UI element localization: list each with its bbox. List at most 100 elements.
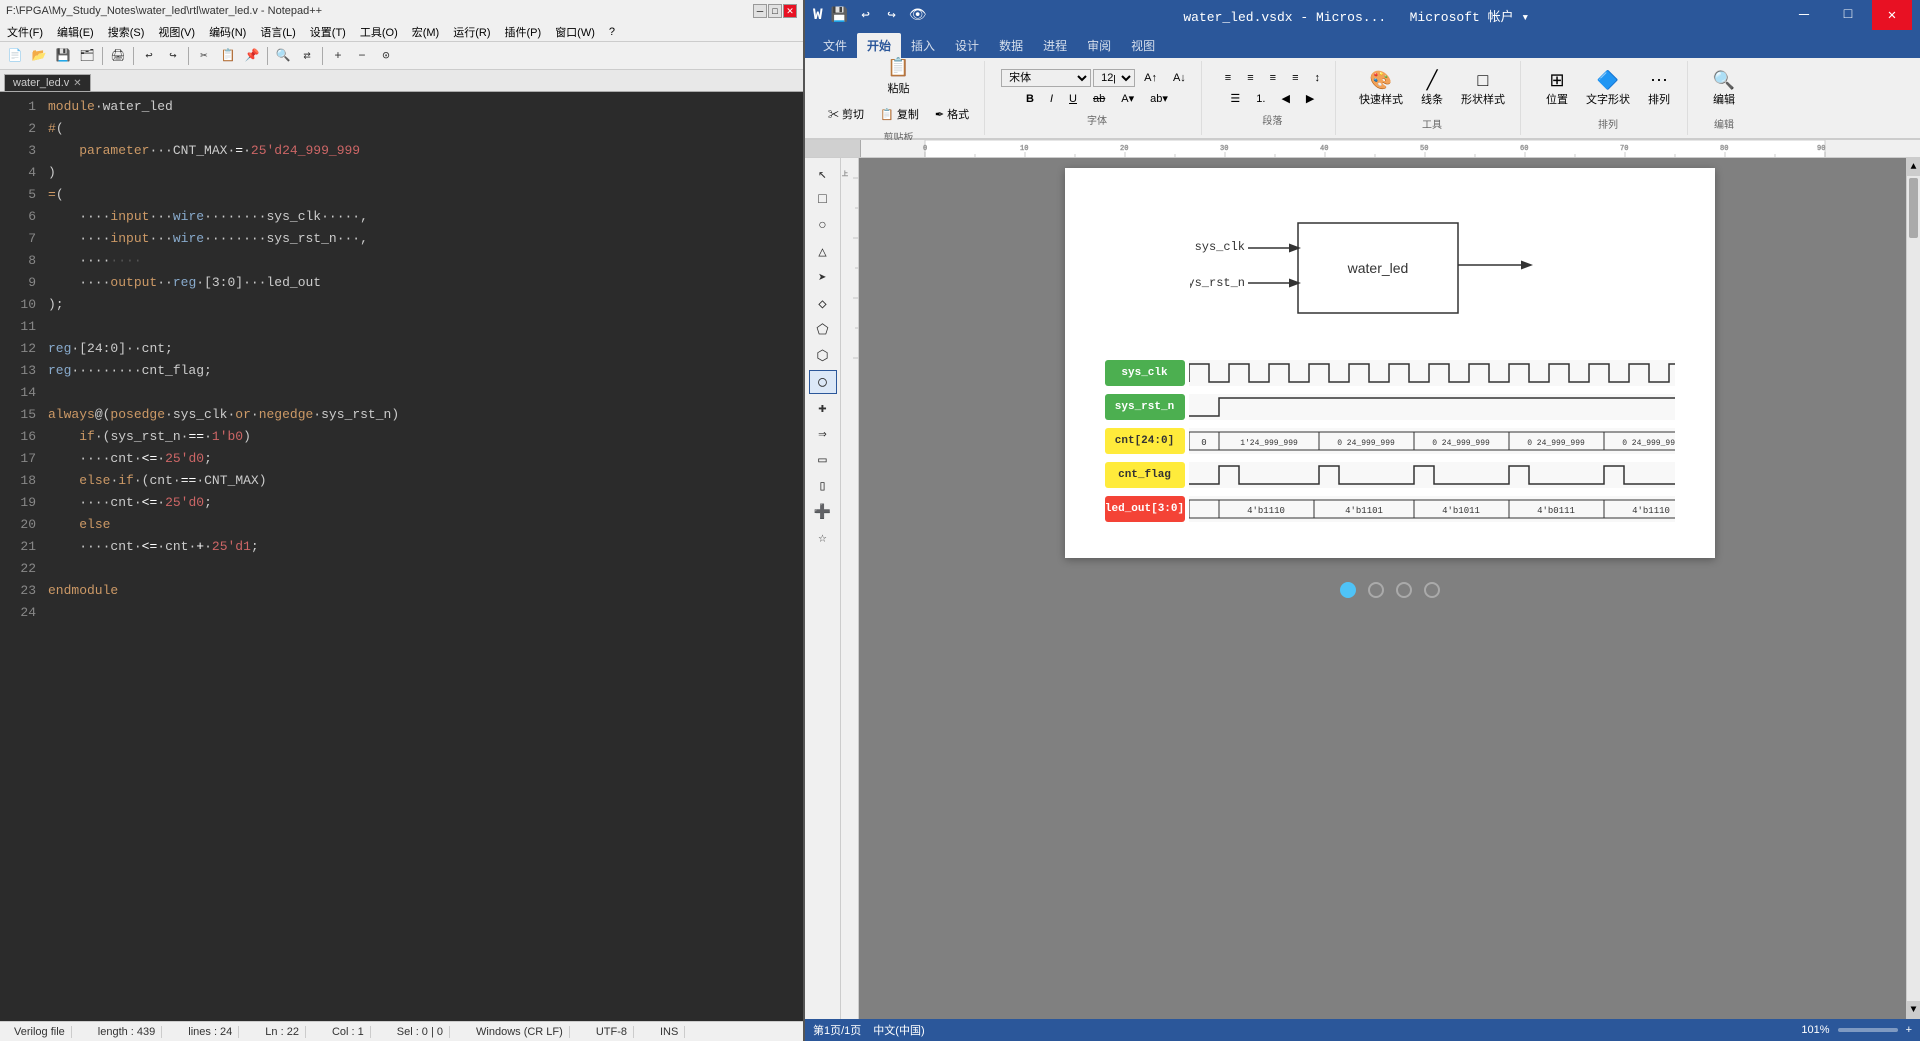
double-arrow-tool[interactable]: ⇒	[809, 422, 837, 446]
plus-tool[interactable]: ➕	[809, 500, 837, 524]
justify-button[interactable]: ≡	[1285, 69, 1305, 87]
circle-tool[interactable]: ○	[809, 214, 837, 238]
indent-increase-button[interactable]: ▶	[1299, 89, 1321, 108]
page-dot-2[interactable]	[1368, 582, 1384, 598]
star-tool[interactable]: ☆	[809, 526, 837, 550]
rect-tool[interactable]: □	[809, 188, 837, 212]
zoom-out-button[interactable]: −	[351, 45, 373, 67]
decrease-font-button[interactable]: A↓	[1166, 69, 1193, 87]
diamond-tool[interactable]: ◇	[809, 292, 837, 316]
save-all-button[interactable]: 🗂	[76, 45, 98, 67]
paste-button[interactable]: 📌	[241, 45, 263, 67]
numbering-button[interactable]: 1.	[1249, 90, 1272, 108]
new-file-button[interactable]: 📄	[4, 45, 26, 67]
menu-plugins[interactable]: 插件(P)	[502, 23, 545, 41]
copy-button[interactable]: 📋 复制	[873, 103, 926, 125]
notepad-close-button[interactable]: ✕	[783, 4, 797, 18]
cut-button[interactable]: ✂ 剪切	[821, 103, 871, 125]
cut-button[interactable]: ✂	[193, 45, 215, 67]
shape-style-button[interactable]: □ 形状样式	[1454, 65, 1512, 112]
notepad-maximize-button[interactable]: □	[768, 4, 782, 18]
page-dot-1[interactable]	[1340, 582, 1356, 598]
align-right-button[interactable]: ≡	[1263, 69, 1283, 87]
replace-button[interactable]: ⇄	[296, 45, 318, 67]
word-minimize-button[interactable]: －	[1784, 0, 1824, 30]
menu-tools[interactable]: 工具(O)	[357, 23, 401, 41]
highlight-button[interactable]: ab▾	[1143, 89, 1175, 108]
menu-help[interactable]: ?	[606, 25, 618, 39]
scroll-thumb[interactable]	[1909, 178, 1918, 238]
word-document-area[interactable]: ↖ □ ○ △ ➤ ◇ ⬠ ⬡ ◯ ✚ ⇒ ▭ ▯ ➕ ☆	[805, 158, 1920, 1019]
scrollbar-vertical[interactable]: ▲ ▼	[1906, 158, 1920, 1019]
open-file-button[interactable]: 📂	[28, 45, 50, 67]
tab-view[interactable]: 视图	[1121, 33, 1165, 58]
triangle-tool[interactable]: △	[809, 240, 837, 264]
find-button-ribbon[interactable]: 🔍 编辑	[1704, 65, 1744, 112]
cross-tool[interactable]: ✚	[809, 396, 837, 420]
scroll-down-button[interactable]: ▼	[1907, 1001, 1920, 1019]
line-button[interactable]: ╱ 线条	[1412, 65, 1452, 112]
redo-button[interactable]: ↪	[162, 45, 184, 67]
tab-file[interactable]: 文件	[813, 33, 857, 58]
align-left-button[interactable]: ≡	[1218, 69, 1238, 87]
align-center-button[interactable]: ≡	[1240, 69, 1260, 87]
ellipse-tool[interactable]: ◯	[809, 370, 837, 394]
save-file-button[interactable]: 💾	[52, 45, 74, 67]
code-text[interactable]: module·water_led #( parameter···CNT_MAX·…	[40, 92, 803, 1021]
zoom-slider[interactable]	[1838, 1028, 1898, 1032]
indent-decrease-button[interactable]: ◀	[1274, 89, 1296, 108]
menu-language[interactable]: 语言(L)	[257, 23, 298, 41]
menu-file[interactable]: 文件(F)	[4, 23, 46, 41]
tab-design[interactable]: 设计	[945, 33, 989, 58]
notepad-minimize-button[interactable]: －	[753, 4, 767, 18]
italic-button[interactable]: I	[1043, 90, 1060, 108]
shape-fill-button[interactable]: 🔷 文字形状	[1579, 65, 1637, 112]
more-button[interactable]: ⋯ 排列	[1639, 65, 1679, 112]
menu-search[interactable]: 搜索(S)	[105, 23, 148, 41]
increase-font-button[interactable]: A↑	[1137, 69, 1164, 87]
file-tab[interactable]: water_led.v ✕	[4, 74, 91, 91]
arrow-tool[interactable]: ➤	[809, 266, 837, 290]
find-button[interactable]: 🔍	[272, 45, 294, 67]
word-close-button[interactable]: ✕	[1872, 0, 1912, 30]
menu-settings[interactable]: 设置(T)	[307, 23, 349, 41]
print-button[interactable]: 🖨	[107, 45, 129, 67]
page-dot-3[interactable]	[1396, 582, 1412, 598]
rect2-tool[interactable]: ▭	[809, 448, 837, 472]
zoom-in-button[interactable]: +	[327, 45, 349, 67]
bold-button[interactable]: B	[1019, 90, 1041, 108]
undo-button[interactable]: ↩	[138, 45, 160, 67]
strikethrough-button[interactable]: ab	[1086, 90, 1112, 108]
scroll-up-button[interactable]: ▲	[1907, 158, 1920, 176]
tab-close-icon[interactable]: ✕	[73, 78, 81, 89]
font-name-select[interactable]: 宋体	[1001, 69, 1091, 87]
word-preview-button[interactable]: 👁	[907, 4, 929, 26]
tab-review[interactable]: 审阅	[1077, 33, 1121, 58]
font-color-button[interactable]: A▾	[1114, 89, 1141, 108]
menu-view[interactable]: 视图(V)	[155, 23, 198, 41]
pentagon-tool[interactable]: ⬠	[809, 318, 837, 342]
paste-button[interactable]: 📋 粘贴	[879, 52, 919, 101]
word-restore-button[interactable]: □	[1828, 0, 1868, 30]
menu-encoding[interactable]: 编码(N)	[206, 23, 249, 41]
position-button[interactable]: ⊞ 位置	[1537, 65, 1577, 112]
pointer-tool[interactable]: ↖	[809, 162, 837, 186]
format-painter-button[interactable]: ✒ 格式	[928, 103, 976, 125]
zoom-reset-button[interactable]: ⊙	[375, 45, 397, 67]
tab-process[interactable]: 进程	[1033, 33, 1077, 58]
rect3-tool[interactable]: ▯	[809, 474, 837, 498]
word-redo-button[interactable]: ↪	[881, 4, 903, 26]
font-size-select[interactable]: 12pt	[1093, 69, 1135, 87]
page-dot-4[interactable]	[1424, 582, 1440, 598]
hexagon-tool[interactable]: ⬡	[809, 344, 837, 368]
underline-button[interactable]: U	[1062, 90, 1084, 108]
menu-run[interactable]: 运行(R)	[450, 23, 493, 41]
bullets-button[interactable]: ☰	[1223, 89, 1247, 108]
menu-window[interactable]: 窗口(W)	[552, 23, 598, 41]
menu-macro[interactable]: 宏(M)	[409, 23, 443, 41]
tab-data[interactable]: 数据	[989, 33, 1033, 58]
quick-style-button[interactable]: 🎨 快速样式	[1352, 65, 1410, 112]
menu-edit[interactable]: 编辑(E)	[54, 23, 97, 41]
word-undo-button[interactable]: ↩	[855, 4, 877, 26]
copy-button[interactable]: 📋	[217, 45, 239, 67]
